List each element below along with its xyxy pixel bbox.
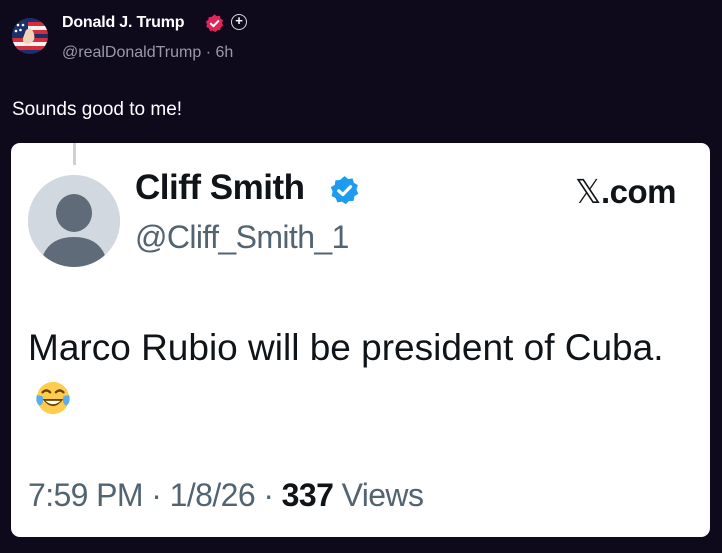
quoted-post-text-block: Marco Rubio will be president of Cuba. xyxy=(28,321,688,427)
meta-separator: · xyxy=(205,44,212,61)
quoted-post-meta: 7:59 PM · 1/8/26 · 337 Views xyxy=(28,477,424,514)
source-domain[interactable]: 𝕏.com xyxy=(574,172,677,211)
source-domain-suffix: .com xyxy=(600,173,677,210)
quoted-author-handle[interactable]: @Cliff_Smith_1 xyxy=(135,219,349,256)
flag-avatar-icon xyxy=(12,18,48,54)
meta-separator: · xyxy=(263,477,274,513)
views-label: Views xyxy=(341,477,424,513)
meta-separator: · xyxy=(151,477,162,513)
quoted-post-date[interactable]: 1/8/26 xyxy=(170,477,256,513)
author-handle[interactable]: @realDonaldTrump xyxy=(62,44,201,61)
post-text: Sounds good to me! xyxy=(12,99,183,120)
verified-badge-icon xyxy=(330,176,359,205)
quoted-post-card[interactable]: Cliff Smith @Cliff_Smith_1 𝕏.com Marco R… xyxy=(11,143,710,537)
thread-line xyxy=(73,143,76,165)
quoted-post-text: Marco Rubio will be president of Cuba. xyxy=(28,327,664,368)
verified-badge-icon xyxy=(205,14,224,33)
views-count: 337 xyxy=(281,477,334,513)
post-time[interactable]: 6h xyxy=(216,44,234,61)
author-name[interactable]: Donald J. Trump xyxy=(62,14,185,32)
plus-icon[interactable]: + xyxy=(231,14,247,30)
quoted-author-name[interactable]: Cliff Smith xyxy=(135,168,305,208)
quoted-post-time[interactable]: 7:59 PM xyxy=(28,477,144,513)
truth-post: Donald J. Trump + @realDonaldTrump · 6h … xyxy=(0,0,722,553)
quoted-author-avatar[interactable] xyxy=(28,175,120,267)
default-avatar-icon xyxy=(28,175,120,267)
author-avatar[interactable] xyxy=(12,18,48,54)
x-logo-icon: 𝕏 xyxy=(574,172,602,211)
author-handle-row: @realDonaldTrump · 6h xyxy=(62,44,233,62)
face-with-tears-of-joy-emoji xyxy=(36,381,70,415)
